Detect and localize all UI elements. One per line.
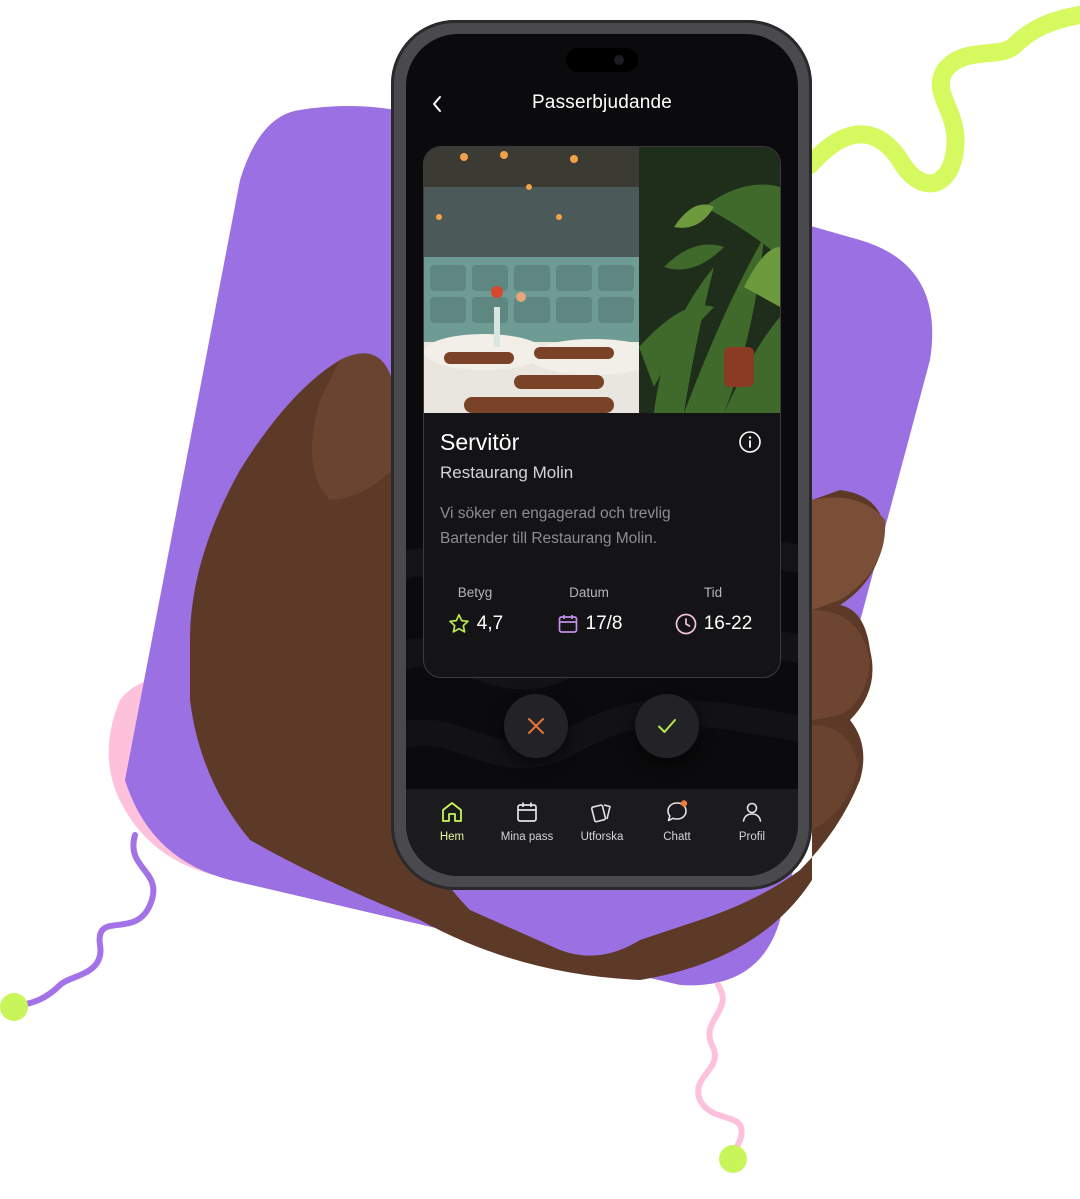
rating-label: Betyg bbox=[457, 585, 493, 600]
lime-squiggle bbox=[801, 6, 1080, 193]
rating-value: 4,7 bbox=[476, 613, 504, 634]
job-description: Vi söker en engagerad och trevlig Barten… bbox=[440, 505, 671, 547]
accept-button[interactable] bbox=[635, 694, 699, 758]
date-label: Datum bbox=[569, 585, 609, 600]
chat-icon bbox=[667, 800, 688, 822]
page-title: Passerbjudande bbox=[531, 92, 673, 113]
calendar-icon bbox=[517, 802, 537, 822]
home-icon bbox=[442, 802, 462, 822]
pink-squiggle bbox=[695, 982, 745, 1161]
tab-label: Utforska bbox=[580, 831, 624, 843]
job-title: Servitör bbox=[440, 429, 520, 455]
close-icon bbox=[528, 718, 544, 734]
tab-label: Hem bbox=[439, 831, 465, 843]
star-icon bbox=[448, 613, 469, 633]
tab-chat[interactable]: Chatt bbox=[642, 799, 712, 843]
tab-label: Mina pass bbox=[500, 831, 554, 843]
decline-button[interactable] bbox=[504, 694, 568, 758]
shift-offer-card[interactable]: Servitör Restaurang Molin Vi söker en en… bbox=[423, 146, 781, 678]
restaurant-photo bbox=[424, 147, 780, 413]
tab-label: Chatt bbox=[663, 831, 691, 843]
profile-icon bbox=[742, 802, 762, 822]
info-icon bbox=[739, 431, 761, 453]
clock-icon bbox=[675, 613, 697, 635]
check-icon bbox=[658, 719, 676, 733]
calendar-icon bbox=[558, 615, 577, 633]
time-value: 16-22 bbox=[703, 613, 753, 634]
tab-home[interactable]: Hem bbox=[417, 799, 487, 843]
notification-dot bbox=[680, 800, 688, 807]
bottom-tab-bar: Hem Mina pass Utforska Chatt Profil bbox=[406, 789, 798, 876]
lime-dot-bottom bbox=[719, 1145, 747, 1173]
tab-label: Profil bbox=[738, 831, 766, 843]
time-label: Tid bbox=[703, 585, 723, 600]
phone-screen: Passerbjudande Servitör Restaurang Molin… bbox=[406, 34, 798, 876]
time-stat: Tid 16-22 bbox=[658, 585, 768, 636]
tab-profile[interactable]: Profil bbox=[717, 799, 787, 843]
lime-dot-left bbox=[0, 993, 28, 1021]
rating-stat: Betyg 4,7 bbox=[424, 585, 530, 636]
cards-icon bbox=[590, 804, 611, 823]
info-button[interactable] bbox=[738, 430, 762, 454]
dynamic-island bbox=[566, 48, 638, 72]
company-name: Restaurang Molin bbox=[440, 463, 574, 482]
date-stat: Datum 17/8 bbox=[534, 585, 644, 636]
date-value: 17/8 bbox=[585, 613, 623, 634]
tab-explore[interactable]: Utforska bbox=[567, 799, 637, 843]
tab-my-shifts[interactable]: Mina pass bbox=[492, 799, 562, 843]
purple-squiggle bbox=[12, 832, 157, 1008]
